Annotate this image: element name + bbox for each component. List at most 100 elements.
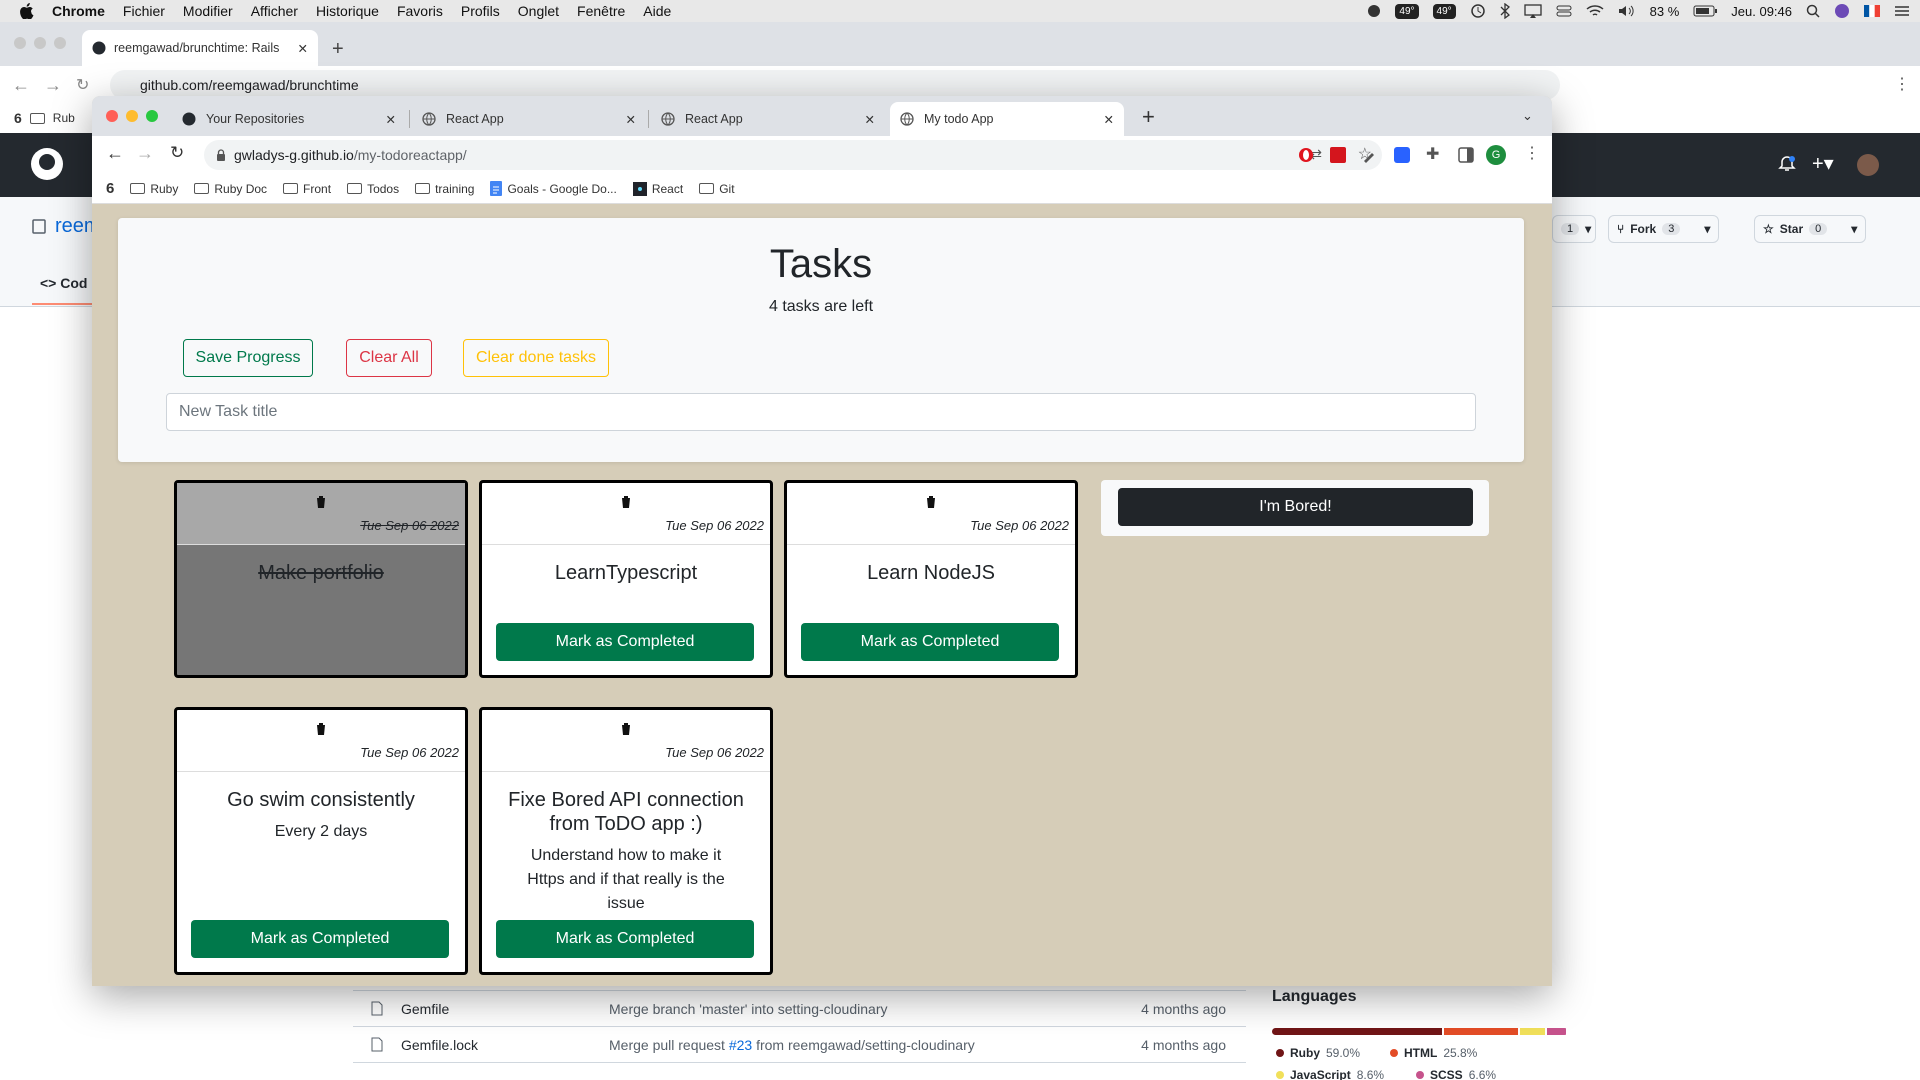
new-tab-icon[interactable]: + <box>1142 104 1155 130</box>
file-name[interactable]: Gemfile <box>353 1001 609 1017</box>
tab-close-icon[interactable]: ✕ <box>865 112 875 127</box>
file-name[interactable]: Gemfile.lock <box>353 1037 609 1053</box>
back-bm-first-label[interactable]: Rub <box>53 111 75 125</box>
bookmark-react[interactable]: React <box>632 181 683 196</box>
trash-icon[interactable] <box>315 722 327 739</box>
bookmark-training[interactable]: training <box>415 182 474 196</box>
volume-icon[interactable] <box>1618 4 1636 18</box>
bookmark-front[interactable]: Front <box>283 182 331 196</box>
trash-icon[interactable] <box>620 495 632 512</box>
menubar-item-favoris[interactable]: Favoris <box>388 3 452 19</box>
chart-extension-icon[interactable] <box>1394 147 1410 163</box>
trash-icon[interactable] <box>925 495 937 512</box>
pull-request-link[interactable]: #23 <box>729 1037 752 1053</box>
control-center-icon[interactable] <box>1556 4 1572 18</box>
opera-extension-icon[interactable] <box>1298 147 1314 163</box>
mark-completed-button[interactable]: Mark as Completed <box>801 623 1059 661</box>
menubar-item-fichier[interactable]: Fichier <box>114 3 174 19</box>
menubar-item-fenetre[interactable]: Fenêtre <box>568 3 634 19</box>
eyedropper-extension-icon[interactable] <box>1362 147 1378 163</box>
lock-icon[interactable] <box>216 149 226 161</box>
save-progress-button[interactable]: Save Progress <box>183 339 313 377</box>
file-row[interactable]: Gemfile Merge branch 'master' into setti… <box>353 990 1246 1026</box>
side-panel-icon[interactable] <box>1458 147 1474 163</box>
trash-icon[interactable] <box>620 722 632 739</box>
bookmark-git[interactable]: Git <box>699 182 735 196</box>
github-user-avatar[interactable] <box>1856 153 1880 177</box>
temperature-badge-1[interactable]: 49° <box>1395 3 1419 19</box>
weather-app-icon[interactable] <box>1367 4 1381 18</box>
profile-avatar[interactable]: G <box>1486 145 1506 165</box>
tab-search-chevron-icon[interactable]: ⌄ <box>1522 108 1533 124</box>
chrome-menu-icon[interactable]: ⋮ <box>1524 143 1540 163</box>
menubar-item-modifier[interactable]: Modifier <box>174 3 242 19</box>
tab-close-icon[interactable]: ✕ <box>386 112 396 127</box>
menubar-app-name[interactable]: Chrome <box>43 3 114 19</box>
github-logo-icon[interactable] <box>30 147 64 181</box>
star-dropdown-icon[interactable]: ▾ <box>1851 222 1857 236</box>
wifi-icon[interactable] <box>1586 4 1604 18</box>
back-bm-six-icon[interactable]: 6 <box>14 110 22 126</box>
bookmark-six-icon[interactable]: 6 <box>106 180 114 197</box>
language-scss[interactable]: SCSS 6.6% <box>1416 1068 1496 1080</box>
address-bar[interactable]: gwladys-g.github.io/my-todoreactapp/ ⇄ ⇪… <box>204 140 1382 170</box>
bookmark-goals[interactable]: Goals - Google Do... <box>490 181 617 196</box>
nav-reload-icon[interactable]: ↻ <box>170 143 184 163</box>
code-tab[interactable]: <> Cod <box>40 275 87 291</box>
bookmark-todos[interactable]: Todos <box>347 182 399 196</box>
file-row[interactable] <box>353 1062 1246 1080</box>
tab-your-repositories[interactable]: Your Repositories ✕ <box>172 102 406 136</box>
create-new-plus-icon[interactable]: +▾ <box>1812 151 1834 176</box>
back-nav-reload-icon[interactable]: ↻ <box>76 75 89 95</box>
trash-icon[interactable] <box>315 495 327 512</box>
bookmark-ruby-doc[interactable]: Ruby Doc <box>194 182 267 196</box>
window-zoom-light[interactable] <box>146 110 158 122</box>
back-tab-github[interactable]: reemgawad/brunchtime: Rails ✕ <box>82 30 318 66</box>
user-avatar-icon[interactable] <box>1834 3 1850 19</box>
watch-count-button[interactable]: 1 ▾ <box>1552 215 1596 243</box>
clear-done-tasks-button[interactable]: Clear done tasks <box>463 339 609 377</box>
back-window-zoom-light[interactable] <box>54 37 66 49</box>
nav-back-icon[interactable]: ← <box>106 143 124 164</box>
extensions-puzzle-icon[interactable]: ✚ <box>1426 144 1439 164</box>
fork-dropdown-icon[interactable]: ▾ <box>1704 222 1710 236</box>
nav-forward-icon[interactable]: → <box>136 143 154 164</box>
temperature-badge-2[interactable]: 49° <box>1432 3 1456 19</box>
menubar-item-afficher[interactable]: Afficher <box>242 3 307 19</box>
im-bored-button[interactable]: I'm Bored! <box>1118 488 1473 526</box>
notifications-bell-icon[interactable] <box>1778 155 1796 173</box>
notification-center-icon[interactable] <box>1894 5 1910 17</box>
language-javascript[interactable]: JavaScript 8.6% <box>1276 1068 1384 1080</box>
acrobat-extension-icon[interactable] <box>1330 147 1346 163</box>
menubar-clock[interactable]: Jeu. 09:46 <box>1731 4 1792 19</box>
apple-menu-icon[interactable] <box>0 3 43 19</box>
tab-close-icon[interactable]: ✕ <box>1104 112 1114 127</box>
menubar-item-aide[interactable]: Aide <box>634 3 680 19</box>
mark-completed-button[interactable]: Mark as Completed <box>496 623 754 661</box>
bluetooth-icon[interactable] <box>1500 3 1510 19</box>
language-html[interactable]: HTML 25.8% <box>1390 1046 1477 1060</box>
spotlight-search-icon[interactable] <box>1806 4 1820 18</box>
time-machine-icon[interactable] <box>1470 3 1486 19</box>
commit-message[interactable]: Merge pull request #23 from reemgawad/se… <box>609 1037 1136 1053</box>
menubar-item-profils[interactable]: Profils <box>452 3 509 19</box>
back-window-minimize-light[interactable] <box>34 37 46 49</box>
new-task-input[interactable]: New Task title <box>166 393 1476 431</box>
battery-icon[interactable] <box>1693 5 1718 17</box>
back-chrome-menu-icon[interactable]: ⋮ <box>1894 74 1910 94</box>
star-button[interactable]: ☆ Star 0 ▾ <box>1754 215 1867 243</box>
language-ruby[interactable]: Ruby 59.0% <box>1276 1046 1360 1060</box>
window-minimize-light[interactable] <box>126 110 138 122</box>
back-nav-forward-icon[interactable]: → <box>44 75 62 96</box>
tab-react-app-1[interactable]: React App ✕ <box>412 102 646 136</box>
tab-react-app-2[interactable]: React App ✕ <box>651 102 885 136</box>
mark-completed-button[interactable]: Mark as Completed <box>191 920 449 958</box>
back-window-close-light[interactable] <box>14 37 26 49</box>
clear-all-button[interactable]: Clear All <box>346 339 432 377</box>
fork-button[interactable]: ⑂ Fork 3 ▾ <box>1608 215 1720 243</box>
airplay-icon[interactable] <box>1523 4 1542 18</box>
window-close-light[interactable] <box>106 110 118 122</box>
menubar-item-historique[interactable]: Historique <box>307 3 388 19</box>
back-new-tab-icon[interactable]: + <box>332 38 344 61</box>
file-row[interactable]: Gemfile.lock Merge pull request #23 from… <box>353 1026 1246 1062</box>
